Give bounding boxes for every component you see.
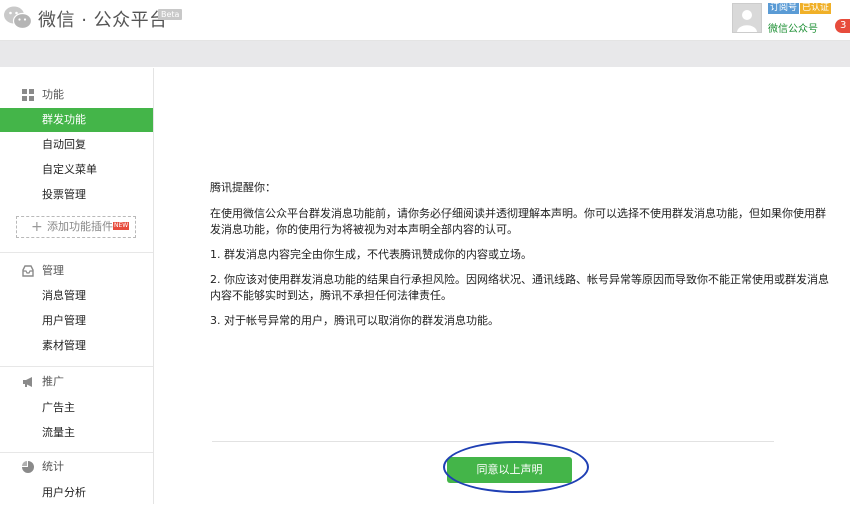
add-plugin-button[interactable]: + 添加功能插件 NEW [16, 216, 136, 238]
sidebar-section-title: 功能 [42, 88, 64, 101]
notice-paragraph: 1. 群发消息内容完全由你生成，不代表腾讯赞成你的内容或立场。 [210, 248, 532, 261]
top-header: 微信 · 公众平台 Beta 订阅号 已认证 微信公众号 3 [0, 0, 850, 41]
sidebar-section-title: 统计 [42, 460, 64, 473]
sidebar-item-mass-send[interactable]: 群发功能 [0, 108, 153, 132]
sidebar-divider [0, 452, 153, 453]
plus-icon: + [31, 219, 43, 235]
sidebar-item-advertiser[interactable]: 广告主 [0, 396, 153, 420]
verified-badge: 已认证 [800, 3, 832, 14]
agree-statement-button[interactable]: 同意以上声明 [447, 457, 572, 483]
content-divider [212, 441, 774, 442]
sidebar-item-vote-management[interactable]: 投票管理 [0, 183, 153, 207]
sidebar-item-publisher[interactable]: 流量主 [0, 421, 153, 445]
platform-title[interactable]: 微信 · 公众平台 [38, 6, 168, 32]
default-avatar-icon [733, 4, 761, 32]
main-content: 腾讯提醒你： 在使用微信公众平台群发消息功能前，请你务必仔细阅读并透彻理解本声明… [154, 68, 850, 504]
add-plugin-label: 添加功能插件 [47, 220, 113, 233]
inbox-icon [22, 265, 34, 277]
sidebar: 功能 群发功能 自动回复 自定义菜单 投票管理 + 添加功能插件 NEW 管理 … [0, 68, 154, 504]
avatar[interactable] [732, 3, 762, 33]
notice-title: 腾讯提醒你： [210, 181, 276, 194]
notification-count-badge[interactable]: 3 [835, 19, 850, 33]
pie-chart-icon [22, 461, 34, 473]
new-badge: NEW [113, 222, 130, 230]
notice-paragraph: 2. 你应该对使用群发消息功能的结果自行承担风险。因网络状况、通讯线路、帐号异常… [210, 273, 829, 302]
account-type-badge: 订阅号 [768, 3, 800, 14]
grid-icon [22, 89, 34, 101]
top-sub-bar [0, 41, 850, 67]
disclaimer-notice: 腾讯提醒你： 在使用微信公众平台群发消息功能前，请你务必仔细阅读并透彻理解本声明… [210, 180, 830, 338]
megaphone-icon [23, 377, 32, 387]
notice-paragraph: 3. 对于帐号异常的用户，腾讯可以取消你的群发消息功能。 [210, 314, 499, 327]
notice-paragraph: 在使用微信公众平台群发消息功能前，请你务必仔细阅读并透彻理解本声明。你可以选择不… [210, 207, 826, 236]
sidebar-item-material-management[interactable]: 素材管理 [0, 334, 153, 358]
sidebar-item-message-management[interactable]: 消息管理 [0, 284, 153, 308]
account-name-link[interactable]: 微信公众号 [768, 20, 830, 35]
sidebar-item-auto-reply[interactable]: 自动回复 [0, 133, 153, 157]
wechat-logo-icon[interactable] [3, 5, 33, 31]
sidebar-item-user-management[interactable]: 用户管理 [0, 309, 153, 333]
beta-badge: Beta [158, 9, 183, 20]
sidebar-section-title: 推广 [42, 375, 64, 388]
sidebar-divider [0, 252, 153, 253]
sidebar-item-custom-menu[interactable]: 自定义菜单 [0, 158, 153, 182]
sidebar-divider [0, 366, 153, 367]
sidebar-item-user-analysis[interactable]: 用户分析 [0, 481, 153, 505]
sidebar-section-title: 管理 [42, 264, 64, 277]
